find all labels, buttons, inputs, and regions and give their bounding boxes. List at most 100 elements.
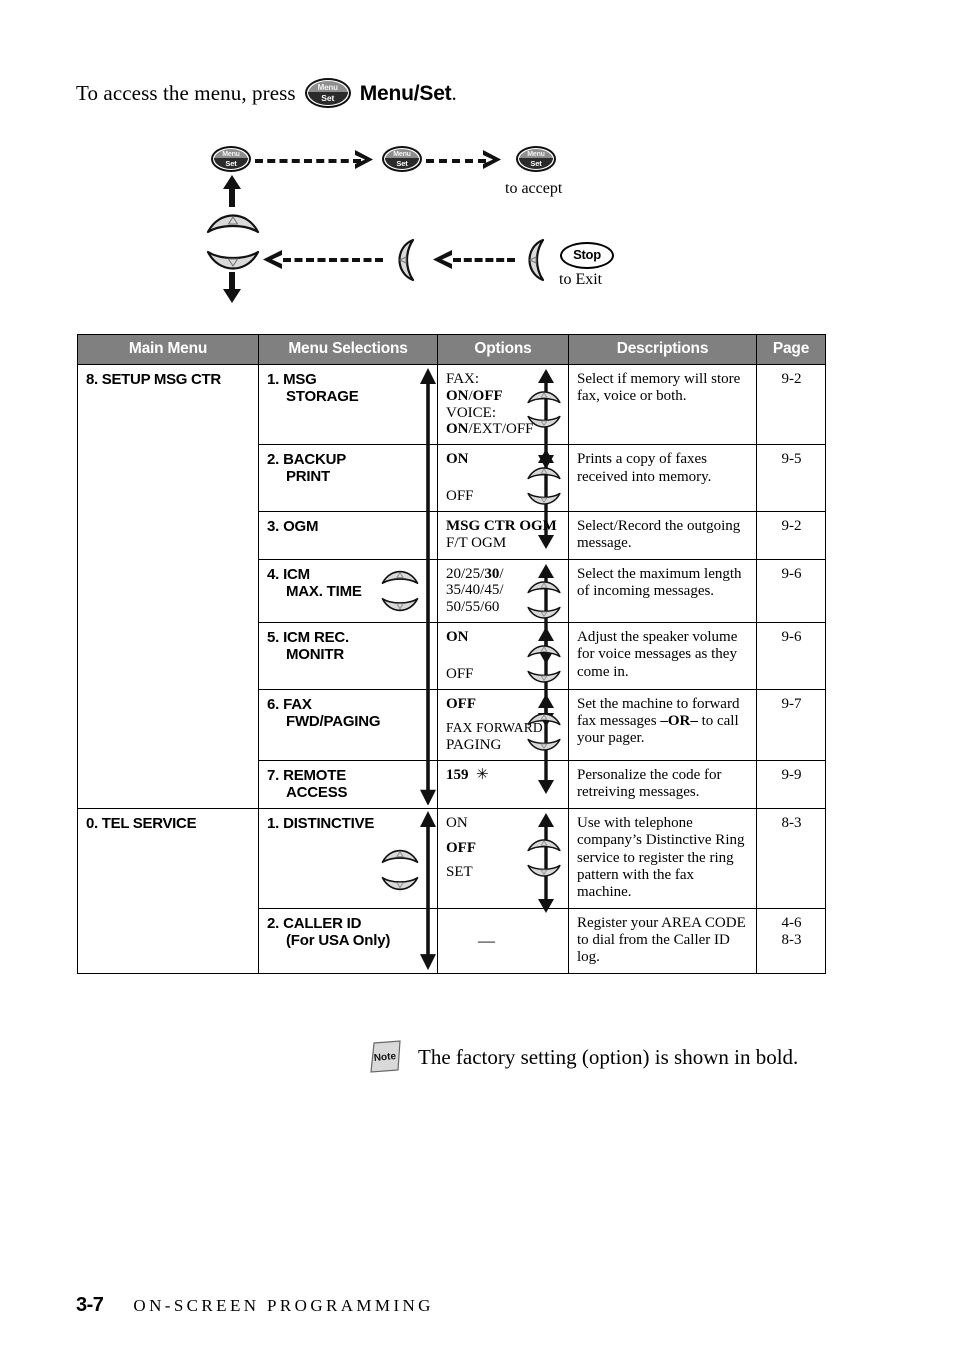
rocker-key-pair[interactable] — [526, 640, 562, 693]
rocker-up-key-icon[interactable] — [526, 708, 562, 727]
rocker-up-key-icon[interactable] — [380, 844, 420, 865]
cell-page: 9-5 — [756, 444, 826, 512]
cell-page: 9-6 — [756, 558, 826, 623]
rocker-key-pair[interactable] — [526, 834, 562, 887]
page-reference: 9-7 — [781, 695, 802, 712]
cell-options: ON OFF — [437, 621, 569, 727]
table-row: 8. SETUP MSG CTR 1. MSG STORAGE FAX: ON/OFF V… — [77, 363, 826, 809]
to-exit-caption: to Exit — [559, 271, 603, 288]
cell-description: Set the machine to forward fax messages … — [568, 688, 757, 761]
cell-menu-selection: 7. REMOTE ACCESS — [258, 759, 438, 809]
cell-description: Adjust the speaker volume for voice mess… — [568, 621, 757, 690]
cell-page: 8-3 — [756, 807, 826, 909]
stop-key[interactable]: Stop — [560, 242, 614, 269]
rocker-key-pair[interactable] — [526, 576, 562, 629]
cell-description: Select if memory will store fax, voice o… — [568, 363, 757, 446]
menu-selection-rocker-keys[interactable] — [380, 565, 424, 622]
arrow-head-left-1 — [263, 250, 282, 269]
rocker-left-key-icon-1[interactable] — [386, 238, 420, 282]
arrow-head-left-2 — [433, 250, 452, 269]
footer-chapter-title: ON-SCREEN PROGRAMMING — [133, 1296, 434, 1315]
intro-text-before: To access the menu, press — [76, 80, 296, 105]
rocker-down-key-icon[interactable] — [380, 596, 420, 617]
cell-menu-selection: 6. FAX FWD/PAGING — [258, 688, 438, 761]
description-text: Adjust the speaker volume for voice mess… — [577, 628, 738, 680]
cell-page: 4-6 8-3 — [756, 907, 826, 974]
flow-menu-set-key-3[interactable]: Menu Set — [516, 146, 556, 172]
menu-set-key-icon[interactable]: Menu Set — [304, 78, 351, 108]
arrow-up-to-menu-set — [223, 175, 241, 207]
cell-options: — — [437, 907, 569, 974]
flow-dashed-connector-1 — [255, 159, 361, 163]
rocker-down-key-icon[interactable] — [526, 737, 562, 756]
rocker-down-key-icon[interactable] — [526, 669, 562, 688]
menu-selection-label: 5. ICM REC. MONITR — [267, 628, 349, 663]
options-value: FAX: ON/OFF VOICE: ON/EXT/OFF — [446, 371, 534, 438]
page-reference: 9-9 — [781, 766, 802, 783]
rocker-up-key-icon[interactable] — [380, 565, 420, 586]
cell-description: Prints a copy of faxes received into mem… — [568, 444, 757, 512]
rocker-key-pair[interactable] — [526, 462, 562, 515]
note-icon: Note — [370, 1040, 401, 1073]
cell-page: 9-2 — [756, 510, 826, 560]
rocker-down-key-icon[interactable] — [526, 605, 562, 624]
rocker-up-key-icon[interactable] — [526, 834, 562, 853]
cell-description: Personalize the code for retreiving mess… — [568, 759, 757, 809]
page-reference: 9-6 — [781, 628, 802, 645]
column-header-main-menu: Main Menu — [77, 334, 259, 365]
flow-menu-set-key-2[interactable]: Menu Set — [382, 146, 422, 172]
cell-page: 9-9 — [756, 759, 826, 809]
arrow-head-right-1 — [355, 150, 373, 169]
note-icon-label: Note — [373, 1051, 397, 1064]
menu-selection-rocker-keys[interactable] — [380, 844, 424, 901]
cell-options: MSG CTR OGM F/T OGM — [437, 510, 569, 560]
rocker-up-key-icon[interactable] — [526, 386, 562, 405]
column-header-options: Options — [437, 334, 569, 365]
description-text: Select if memory will store fax, voice o… — [577, 371, 741, 405]
cell-menu-selection: 5. ICM REC. MONITR — [258, 621, 438, 690]
cell-options: 159 ✳ — [437, 759, 569, 809]
rocker-key-pair[interactable] — [526, 386, 562, 439]
column-header-descriptions: Descriptions — [568, 334, 757, 365]
cell-description: Select the maximum length of incoming me… — [568, 558, 757, 623]
intro-period: . — [451, 80, 457, 105]
cell-page: 9-2 — [756, 363, 826, 446]
cell-options: 20/25/30/35/40/45/50/55/60 — [437, 558, 569, 664]
menu-selection-label: 3. OGM — [267, 517, 319, 535]
description-text: Select/Record the outgoing message. — [577, 517, 741, 552]
cell-options: ON OFF SET — [437, 807, 569, 913]
rocker-up-key-icon[interactable] — [526, 576, 562, 595]
menu-selection-label: 1. DISTINCTIVE — [267, 814, 375, 832]
page-reference: 8-3 — [781, 814, 802, 831]
page-reference: 9-2 — [781, 371, 802, 387]
menu-set-key-bottom-label: Set — [307, 92, 348, 105]
arrow-head-right-2 — [483, 150, 501, 169]
cell-page: 9-6 — [756, 621, 826, 690]
menu-navigation-flow-diagram: Menu Set Menu Set Menu Set to accept Sto… — [0, 132, 954, 303]
flow-key1-bottom-label: Set — [214, 158, 248, 169]
cell-options: ON OFF — [437, 444, 569, 550]
cell-description: Select/Record the outgoing message. — [568, 510, 757, 560]
page-reference: 4-6 8-3 — [781, 914, 802, 948]
flow-key3-bottom-label: Set — [519, 158, 553, 169]
cell-options: FAX: ON/OFF VOICE: ON/EXT/OFF — [437, 363, 569, 469]
rocker-up-key-icon[interactable] — [526, 640, 562, 659]
menu-selection-label: 2. BACKUP PRINT — [267, 451, 347, 486]
cell-main-menu: 0. TEL SERVICE — [77, 807, 259, 974]
description-text: Personalize the code for retreiving mess… — [577, 766, 722, 801]
intro-text-after: Menu/Set — [359, 81, 452, 105]
rocker-down-key-icon[interactable] — [526, 414, 562, 433]
cell-menu-selection: 3. OGM — [258, 510, 438, 560]
rocker-left-key-icon-2[interactable] — [516, 238, 550, 282]
rocker-up-key-icon[interactable] — [526, 462, 562, 481]
rocker-up-key-icon[interactable] — [205, 206, 261, 236]
menu-reference-table: Main Menu Menu Selections Options Descri… — [77, 334, 826, 974]
flow-menu-set-key-1[interactable]: Menu Set — [211, 146, 251, 172]
page-reference: 9-5 — [781, 451, 802, 468]
rocker-down-key-icon[interactable] — [380, 875, 420, 896]
rocker-down-key-icon[interactable] — [526, 863, 562, 882]
note-text: The factory setting (option) is shown in… — [418, 1045, 799, 1069]
rocker-down-key-icon[interactable] — [526, 491, 562, 510]
flow-dashed-connector-4 — [453, 258, 515, 262]
rocker-key-pair[interactable] — [526, 708, 562, 761]
